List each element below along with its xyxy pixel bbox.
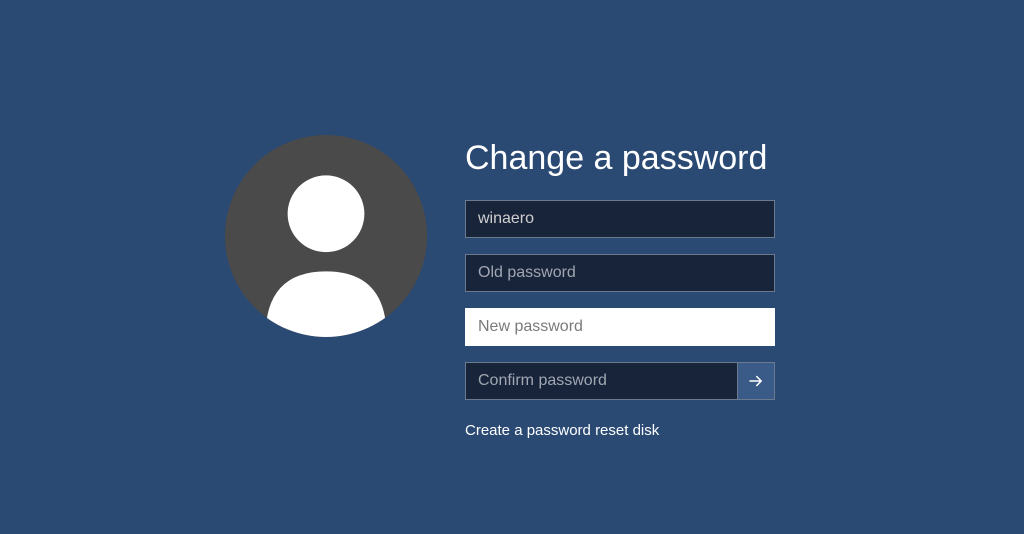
page-title: Change a password xyxy=(465,139,775,178)
user-avatar xyxy=(225,135,427,337)
submit-button[interactable] xyxy=(737,362,775,400)
form-area: Change a password Create a password rese… xyxy=(465,135,775,439)
username-field[interactable] xyxy=(465,200,775,238)
old-password-field[interactable] xyxy=(465,254,775,292)
user-icon xyxy=(225,135,427,337)
confirm-row xyxy=(465,362,775,400)
reset-disk-link[interactable]: Create a password reset disk xyxy=(465,422,775,439)
new-password-field[interactable] xyxy=(465,308,775,346)
confirm-password-field[interactable] xyxy=(465,362,737,400)
arrow-right-icon xyxy=(747,372,765,390)
change-password-panel: Change a password Create a password rese… xyxy=(225,135,775,439)
